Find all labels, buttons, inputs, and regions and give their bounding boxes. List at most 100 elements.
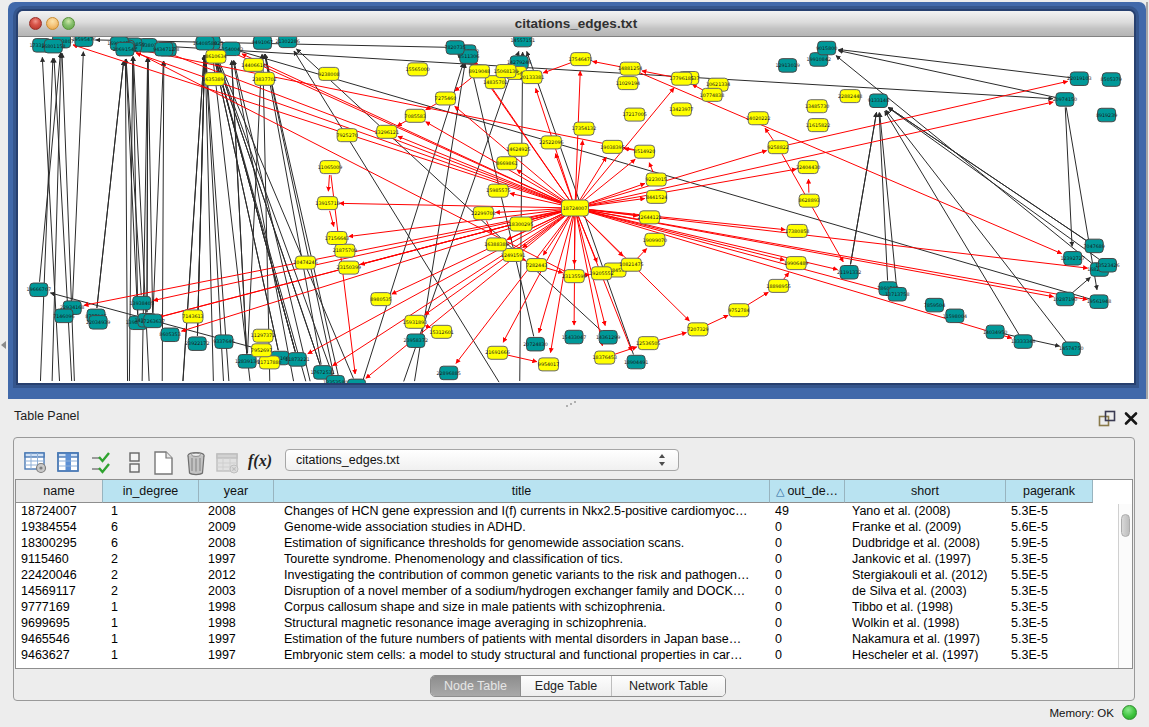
graph-node[interactable]: 8628893 (798, 194, 819, 207)
graph-node[interactable]: 7275460 (435, 92, 456, 105)
graph-node[interactable]: 15931893 (403, 315, 427, 328)
cell-name[interactable]: 18724007 (16, 504, 103, 520)
scrollbar-thumb[interactable] (1121, 514, 1130, 537)
function-builder-icon[interactable]: f(x) (248, 452, 272, 470)
cell-in_degree[interactable]: 2 (103, 568, 199, 584)
cell-in_degree[interactable]: 1 (103, 632, 199, 648)
cell-short[interactable]: Jankovic et al. (1997) (845, 552, 1006, 568)
cell-short[interactable]: Nakamura et al. (1997) (845, 632, 1006, 648)
graph-node[interactable]: 7047689 (1084, 239, 1105, 253)
float-panel-icon[interactable] (1098, 410, 1116, 427)
cell-year[interactable]: 1997 (199, 632, 274, 648)
graph-node[interactable]: 10774838 (700, 88, 724, 101)
graph-node[interactable]: 22019103 (1067, 72, 1091, 86)
table-row[interactable]: 1830029562008Estimation of significance … (16, 536, 1093, 552)
cell-year[interactable]: 2003 (199, 584, 274, 600)
cell-name[interactable]: 9699695 (16, 616, 103, 632)
cell-out[interactable]: 0 (770, 584, 845, 600)
graph-node[interactable]: 14881254 (618, 62, 642, 75)
graph-node[interactable]: 20691541 (113, 42, 137, 56)
graph-node[interactable]: 8605353 (159, 328, 180, 342)
cell-year[interactable]: 2008 (199, 536, 274, 552)
cell-short[interactable]: Franke et al. (2009) (845, 520, 1006, 536)
graph-node[interactable]: 23922172 (185, 337, 209, 351)
cell-pagerank[interactable]: 5.3E-5 (1006, 632, 1093, 648)
cell-title[interactable]: Structural magnetic resonance image aver… (274, 616, 770, 632)
cell-year[interactable]: 1997 (199, 648, 274, 664)
graph-node[interactable]: 10474245 (293, 256, 317, 269)
new-table-icon[interactable] (151, 450, 177, 476)
graph-node[interactable]: 12353580 (323, 375, 347, 383)
table-row[interactable]: 977716911998Corpus callosum shape and si… (16, 600, 1093, 616)
graph-node[interactable]: 13485730 (805, 100, 829, 113)
panel-collapse-arrow[interactable] (1, 341, 6, 349)
graph-node[interactable]: 7207329 (687, 323, 708, 336)
graph-node[interactable]: 15985575 (486, 184, 510, 197)
cell-out[interactable]: 49 (770, 504, 845, 520)
cell-short[interactable]: Tibbo et al. (1998) (845, 600, 1006, 616)
cell-pagerank[interactable]: 5.6E-5 (1006, 520, 1093, 536)
graph-node[interactable]: 23135599 (562, 270, 586, 283)
graph-node[interactable]: 8669861 (496, 157, 517, 170)
graph-node[interactable]: 22644121 (637, 211, 661, 224)
splitter-handle[interactable] (566, 400, 576, 408)
graph-node[interactable]: 22896885 (436, 366, 460, 380)
graph-node[interactable]: 14406614 (241, 58, 265, 71)
cell-in_degree[interactable]: 1 (103, 648, 199, 664)
cell-title[interactable]: Embryonic stem cells: a model to study s… (274, 648, 770, 664)
graph-node[interactable]: 11615822 (806, 119, 830, 132)
tab-network-table[interactable]: Network Table (612, 676, 725, 696)
cell-name[interactable]: 22420046 (16, 568, 103, 584)
graph-node[interactable]: 21691666 (485, 346, 509, 359)
column-header-name[interactable]: name (16, 480, 103, 503)
graph-node[interactable]: 20133381 (520, 71, 544, 84)
graph-node[interactable]: 10287190 (1053, 292, 1077, 306)
cell-short[interactable]: Wolkin et al. (1998) (845, 616, 1006, 632)
cell-year[interactable]: 2008 (199, 504, 274, 520)
graph-node[interactable]: 7146096 (53, 309, 74, 323)
table-row[interactable]: 969969511998Structural magnetic resonanc… (16, 616, 1093, 632)
graph-node[interactable]: 21302286 (275, 37, 299, 48)
graph-node[interactable]: 8441524 (646, 190, 667, 203)
graph-node[interactable]: 17156643 (325, 232, 349, 245)
graph-node[interactable]: 9258822 (767, 141, 788, 154)
table-scrollbar[interactable] (1118, 504, 1132, 668)
graph-node[interactable]: 7282443 (526, 259, 547, 272)
cell-in_degree[interactable]: 2 (103, 584, 199, 600)
cell-out[interactable]: 0 (770, 536, 845, 552)
graph-node[interactable]: 21875709 (333, 244, 357, 257)
cell-pagerank[interactable]: 5.5E-5 (1006, 568, 1093, 584)
graph-node[interactable]: 19595476 (72, 37, 96, 46)
cell-short[interactable]: Stergiakouli et al. (2012) (845, 568, 1006, 584)
graph-node[interactable]: 18300295 (509, 217, 533, 231)
cell-name[interactable]: 14569117 (16, 584, 103, 600)
cell-in_degree[interactable]: 6 (103, 520, 199, 536)
cell-out[interactable]: 0 (770, 568, 845, 584)
graph-node[interactable]: 22299708 (471, 207, 495, 220)
cell-pagerank[interactable]: 5.3E-5 (1006, 616, 1093, 632)
graph-node[interactable]: 12392727 (1060, 252, 1084, 266)
graph-node[interactable]: 19561948 (1087, 295, 1111, 309)
graph-node[interactable]: 12536505 (636, 337, 660, 350)
column-header-pagerank[interactable]: pagerank (1006, 480, 1093, 503)
graph-node[interactable]: 19906489 (784, 257, 808, 270)
graph-node[interactable]: 13423977 (669, 103, 693, 116)
graph-node[interactable]: 15565000 (405, 63, 429, 76)
graph-node[interactable]: 22522096 (539, 136, 563, 149)
graph-node[interactable]: 23958372 (404, 334, 428, 348)
graph-node[interactable]: 15433047 (562, 330, 586, 344)
graph-node[interactable]: 18904491 (624, 355, 648, 369)
cell-title[interactable]: Disruption of a novel member of a sodium… (274, 584, 770, 600)
table-row[interactable]: 1456911722003Disruption of a novel membe… (16, 584, 1093, 600)
graph-node[interactable]: 11029194 (616, 77, 640, 90)
graph-node[interactable]: 17546471 (569, 53, 593, 66)
cell-year[interactable]: 2009 (199, 520, 274, 536)
cell-year[interactable]: 2012 (199, 568, 274, 584)
memory-indicator[interactable] (1122, 705, 1137, 720)
graph-node[interactable]: 17796185 (669, 72, 693, 85)
graph-node[interactable]: 8919048 (469, 65, 490, 78)
graph-node[interactable]: 9337646 (213, 335, 234, 349)
cell-in_degree[interactable]: 1 (103, 504, 199, 520)
cell-year[interactable]: 1997 (199, 552, 274, 568)
cell-title[interactable]: Tourette syndrome. Phenomenology and cla… (274, 552, 770, 568)
